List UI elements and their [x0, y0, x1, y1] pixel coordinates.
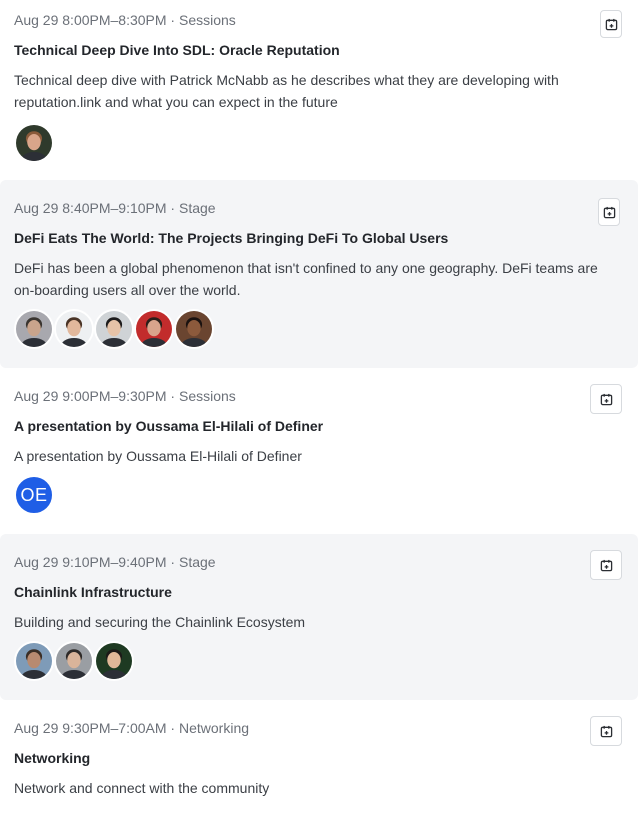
session-card[interactable]: Aug 29 8:40PM–9:10PM · Stage DeFi Eats T…: [0, 180, 638, 368]
avatar-photo: [96, 311, 132, 347]
calendar-add-icon: [600, 393, 612, 405]
speaker-avatars: [14, 123, 54, 163]
add-to-calendar-button[interactable]: [590, 550, 622, 580]
session-time: Aug 29 9:10PM–9:40PM · Stage: [14, 554, 216, 570]
speaker-avatar[interactable]: OE: [14, 475, 54, 515]
session-title[interactable]: A presentation by Oussama El-Hilali of D…: [14, 418, 323, 434]
session-description: Building and securing the Chainlink Ecos…: [14, 614, 306, 630]
speaker-avatar[interactable]: [54, 309, 94, 349]
add-to-calendar-button[interactable]: [600, 10, 622, 38]
speaker-avatar[interactable]: [174, 309, 214, 349]
add-to-calendar-button[interactable]: [598, 198, 620, 226]
add-to-calendar-button[interactable]: [590, 716, 622, 746]
session-title[interactable]: Technical Deep Dive Into SDL: Oracle Rep…: [14, 42, 340, 58]
speaker-avatar[interactable]: [94, 641, 134, 681]
speaker-avatar[interactable]: [14, 309, 54, 349]
session-title[interactable]: DeFi Eats The World: The Projects Bringi…: [14, 230, 448, 246]
calendar-add-icon: [600, 725, 612, 737]
avatar-photo: [16, 643, 52, 679]
speaker-avatar[interactable]: [94, 309, 134, 349]
session-time: Aug 29 9:00PM–9:30PM · Sessions: [14, 388, 236, 404]
speaker-avatar[interactable]: [14, 123, 54, 163]
speaker-avatars: [14, 641, 134, 681]
avatar-photo: [136, 311, 172, 347]
calendar-add-icon: [603, 206, 615, 218]
session-description: Network and connect with the community: [14, 780, 270, 796]
avatar-photo: [96, 643, 132, 679]
session-description: A presentation by Oussama El-Hilali of D…: [14, 448, 302, 464]
avatar-photo: [176, 311, 212, 347]
session-time: Aug 29 8:40PM–9:10PM · Stage: [14, 200, 216, 216]
session-title[interactable]: Chainlink Infrastructure: [14, 584, 172, 600]
session-card[interactable]: Aug 29 9:10PM–9:40PM · Stage Chainlink I…: [0, 534, 638, 700]
session-title[interactable]: Networking: [14, 750, 90, 766]
session-description: Technical deep dive with Patrick McNabb …: [14, 72, 559, 110]
add-to-calendar-button[interactable]: [590, 384, 622, 414]
session-card[interactable]: Aug 29 9:30PM–7:00AM · Networking Networ…: [0, 700, 638, 814]
speaker-avatar[interactable]: [134, 309, 174, 349]
avatar-photo: [16, 311, 52, 347]
calendar-add-icon: [605, 18, 617, 30]
session-list: Aug 29 8:00PM–8:30PM · Sessions Technica…: [0, 0, 638, 814]
session-time: Aug 29 9:30PM–7:00AM · Networking: [14, 720, 250, 736]
calendar-add-icon: [600, 559, 612, 571]
session-card[interactable]: Aug 29 9:00PM–9:30PM · Sessions A presen…: [0, 368, 638, 534]
speaker-avatar[interactable]: [14, 641, 54, 681]
avatar-photo: [56, 311, 92, 347]
avatar-photo: [16, 125, 52, 161]
avatar-photo: [56, 643, 92, 679]
session-time: Aug 29 8:00PM–8:30PM · Sessions: [14, 12, 236, 28]
session-card[interactable]: Aug 29 8:00PM–8:30PM · Sessions Technica…: [0, 0, 638, 178]
session-description: DeFi has been a global phenomenon that i…: [14, 260, 598, 298]
speaker-avatar[interactable]: [54, 641, 94, 681]
speaker-avatars: OE: [14, 475, 54, 515]
speaker-avatars: [14, 309, 214, 349]
